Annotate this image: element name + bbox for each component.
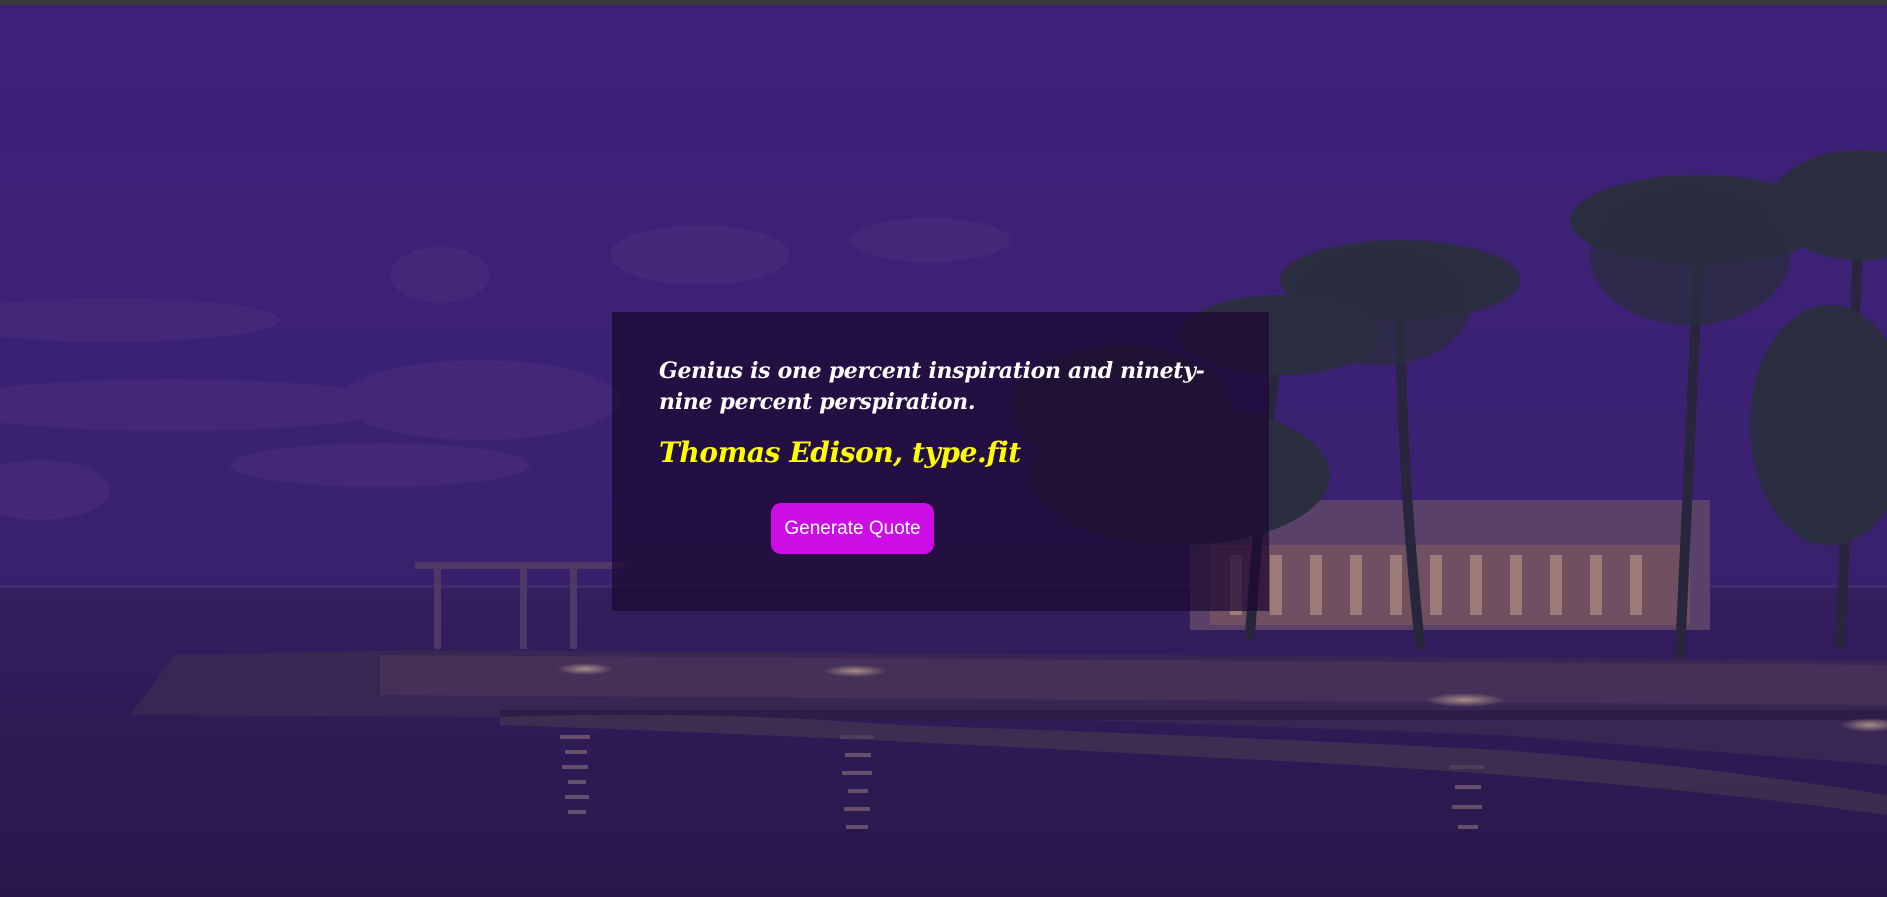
quote-text: Genius is one percent inspiration and ni… (659, 358, 1205, 415)
quote-card: Genius is one percent inspiration and ni… (612, 312, 1269, 611)
generate-quote-button[interactable]: Generate Quote (771, 503, 934, 554)
quote-author: Thomas Edison, type.fit (659, 436, 1021, 469)
